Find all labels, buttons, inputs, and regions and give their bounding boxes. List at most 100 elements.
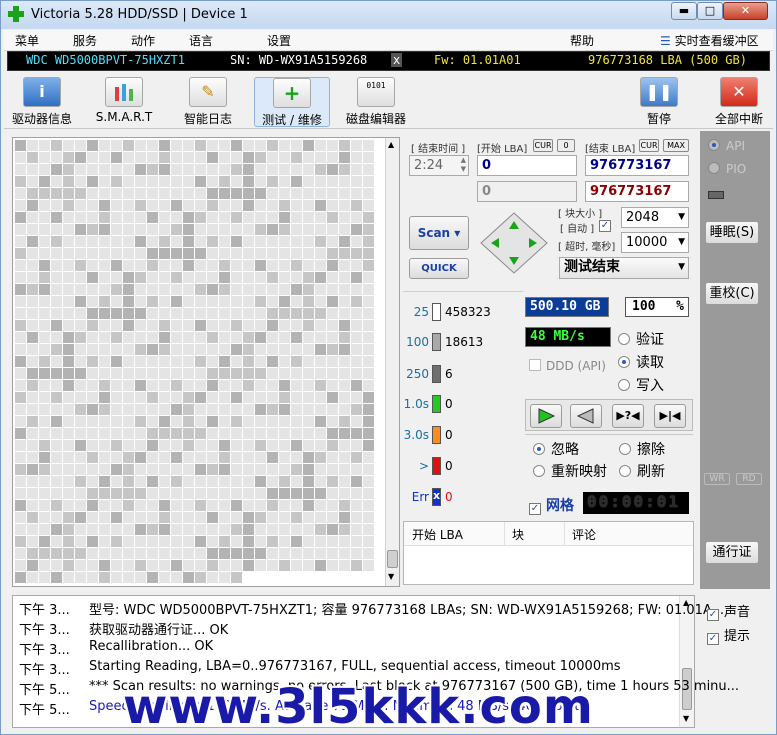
scroll-down-arrow-icon[interactable]: ▼ [388, 572, 394, 581]
end-lba-input[interactable]: 976773167 [585, 155, 689, 176]
menu-bar: 菜单 服务 动作 语言 设置 帮助 ☰ 实时查看缓冲区 [4, 30, 773, 51]
auto-checkbox[interactable]: ✓ [599, 220, 611, 232]
ddd-api-option[interactable]: DDD (API) [529, 359, 606, 373]
menu-main[interactable]: 菜单 [15, 32, 39, 49]
sleep-button[interactable]: 睡眠(S) [705, 221, 759, 244]
scan-block [51, 560, 62, 571]
scan-block [159, 284, 170, 295]
end-max-button[interactable]: MAX [663, 139, 689, 152]
col-start-lba[interactable]: 开始 LBA [412, 526, 463, 543]
scan-block [51, 464, 62, 475]
menu-service[interactable]: 服务 [73, 32, 97, 49]
application-window: Victoria 5.28 HDD/SSD | Device 1 ▬ □ ✕ 菜… [0, 0, 777, 735]
butterfly-button[interactable]: ▶|◀ [654, 404, 686, 428]
scan-block [147, 164, 158, 175]
scan-block [27, 524, 38, 535]
scan-block [327, 296, 338, 307]
scan-block [279, 512, 290, 523]
menu-action[interactable]: 动作 [131, 32, 155, 49]
seek-direction-pad-icon[interactable] [479, 211, 549, 275]
col-block[interactable]: 块 [512, 526, 524, 543]
mode-verify-radio[interactable]: 验证 [618, 329, 664, 349]
scan-block [51, 272, 62, 283]
menu-help[interactable]: 帮助 [570, 32, 594, 49]
latency-count: 0 [445, 428, 453, 442]
scan-block [75, 308, 86, 319]
mode-read-radio[interactable]: 读取 [618, 352, 664, 372]
sound-checkbox[interactable]: ✓ 声音 [707, 601, 750, 621]
start-cur-button[interactable]: CUR [533, 139, 553, 152]
pio-radio[interactable]: PIO [708, 162, 746, 176]
action-erase-radio[interactable]: 擦除 [619, 439, 665, 459]
scan-block [267, 368, 278, 379]
action-ignore-radio[interactable]: 忽略 [533, 439, 579, 459]
scan-block [315, 344, 326, 355]
end-time-field[interactable]: 2:24 ▲ ▼ [409, 155, 469, 176]
title-bar[interactable]: Victoria 5.28 HDD/SSD | Device 1 ▬ □ ✕ [1, 1, 776, 29]
scroll-up-arrow-icon[interactable]: ▲ [388, 140, 394, 149]
scan-block [219, 260, 230, 271]
action-remap-radio[interactable]: 重新映射 [533, 461, 607, 481]
smart-button[interactable]: S.M.A.R.T [86, 77, 162, 127]
start-lba-input[interactable]: 0 [477, 155, 577, 176]
scan-block [315, 224, 326, 235]
scan-block [15, 248, 26, 259]
drive-info-button[interactable]: i 驱动器信息 [4, 77, 80, 127]
disk-editor-button[interactable]: 0101 磁盘编辑器 [338, 77, 414, 127]
scan-button[interactable]: Scan ▾ [409, 216, 469, 250]
menu-settings[interactable]: 设置 [267, 32, 291, 49]
map-scrollbar[interactable]: ▲ ▼ [385, 138, 399, 586]
drive-model[interactable]: WDC WD5000BPVT-75HXZT1 [26, 53, 185, 67]
close-drive-x[interactable]: x [391, 53, 403, 67]
end-cur-button[interactable]: CUR [639, 139, 659, 152]
latency-count: 18613 [445, 335, 484, 349]
passport-button[interactable]: 通行证 [705, 541, 759, 564]
recalibrate-button[interactable]: 重校(C) [705, 282, 759, 305]
abort-all-button[interactable]: ✕ 全部中断 [707, 77, 771, 127]
scan-block [75, 320, 86, 331]
test-repair-button[interactable]: + 测试 / 维修 [254, 77, 330, 127]
scan-block [63, 176, 74, 187]
scan-block [63, 344, 74, 355]
play-forward-button[interactable] [530, 404, 562, 428]
status-dropdown[interactable]: 测试结束 ▼ [559, 257, 689, 279]
scan-block [183, 224, 194, 235]
random-seek-button[interactable]: ▶?◀ [612, 404, 644, 428]
hints-checkbox[interactable]: ✓ 提示 [707, 625, 750, 645]
scan-block [123, 368, 134, 379]
start-zero-button[interactable]: 0 [557, 139, 575, 152]
action-refresh-radio[interactable]: 刷新 [619, 461, 665, 481]
api-radio[interactable]: API [708, 139, 745, 153]
scan-block [231, 308, 242, 319]
grid-option[interactable]: ✓ 网格 [529, 495, 574, 515]
block-size-select[interactable]: 2048 ▼ [621, 207, 689, 228]
end-lba-label: [结束 LBA] [585, 144, 636, 155]
scan-block [63, 560, 74, 571]
maximize-button[interactable]: □ [697, 2, 723, 20]
mode-write-radio[interactable]: 写入 [618, 375, 664, 395]
spin-arrows-icon[interactable]: ▲ ▼ [461, 156, 466, 174]
scan-block [255, 320, 266, 331]
timeout-select[interactable]: 10000 ▼ [621, 232, 689, 253]
minimize-button[interactable]: ▬ [671, 2, 697, 20]
menu-language[interactable]: 语言 [189, 32, 213, 49]
realtime-buffer-menu[interactable]: ☰ 实时查看缓冲区 [660, 32, 759, 49]
scan-block [339, 428, 350, 439]
scan-block [87, 380, 98, 391]
scan-block [243, 416, 254, 427]
scroll-down-arrow-icon[interactable]: ▼ [683, 714, 689, 723]
col-comment[interactable]: 评论 [572, 526, 596, 543]
close-button[interactable]: ✕ [723, 2, 768, 20]
quick-button[interactable]: QUICK [409, 258, 469, 279]
scan-block [267, 332, 278, 343]
scan-block [171, 392, 182, 403]
smart-log-button[interactable]: ✎ 智能日志 [170, 77, 246, 127]
scan-block [63, 308, 74, 319]
scan-block [315, 560, 326, 571]
pause-button[interactable]: ❚❚ 暂停 [632, 77, 686, 127]
scan-block [219, 380, 230, 391]
map-scroll-thumb[interactable] [387, 550, 398, 568]
play-backward-button[interactable] [570, 404, 602, 428]
scan-block [135, 212, 146, 223]
scan-block [75, 512, 86, 523]
